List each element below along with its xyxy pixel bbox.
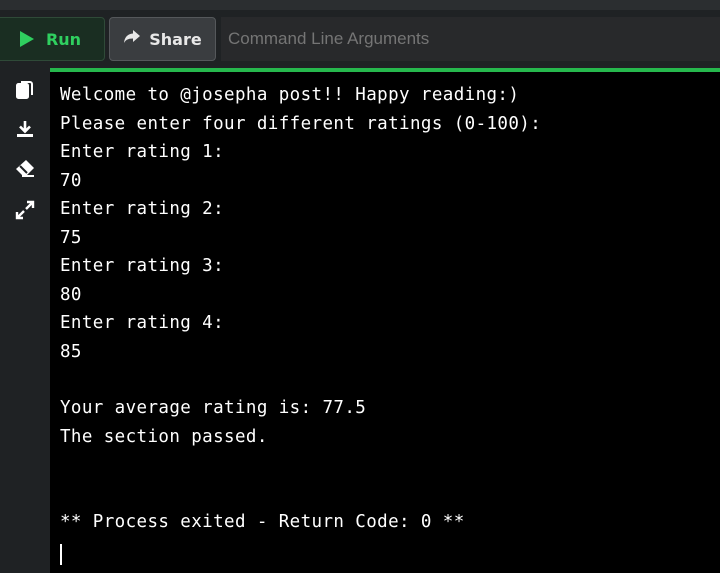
run-button[interactable]: Run (0, 17, 105, 61)
terminal-cursor (60, 544, 62, 565)
copy-icon[interactable] (13, 78, 37, 102)
terminal-line: Your average rating is: 77.5 (60, 398, 367, 418)
share-button[interactable]: Share (109, 17, 216, 61)
share-icon (123, 29, 141, 49)
terminal-line: 80 (60, 285, 82, 305)
terminal-line: Welcome to @josepha post!! Happy reading… (60, 85, 520, 105)
terminal-line: 75 (60, 228, 82, 248)
run-label: Run (45, 29, 82, 49)
terminal-line: 85 (60, 342, 82, 362)
expand-icon[interactable] (13, 198, 37, 222)
terminal-line: ** Process exited - Return Code: 0 ** (60, 512, 465, 532)
terminal-line: 70 (60, 171, 82, 191)
terminal-line: Enter rating 1: (60, 142, 225, 162)
terminal-output[interactable]: Welcome to @josepha post!! Happy reading… (50, 72, 720, 573)
terminal-line: Enter rating 2: (60, 199, 225, 219)
download-icon[interactable] (13, 117, 37, 141)
share-label: Share (149, 29, 202, 49)
terminal-line: Please enter four different ratings (0-1… (60, 114, 542, 134)
command-line-arguments-input[interactable] (221, 17, 720, 61)
terminal-line: Enter rating 3: (60, 256, 225, 276)
play-icon (19, 31, 34, 47)
toolbar: Run Share (0, 10, 720, 68)
terminal-line: The section passed. (60, 427, 268, 447)
eraser-icon[interactable] (13, 156, 37, 180)
top-strip (0, 0, 720, 10)
sidebar (0, 68, 50, 573)
terminal-line: Enter rating 4: (60, 313, 225, 333)
